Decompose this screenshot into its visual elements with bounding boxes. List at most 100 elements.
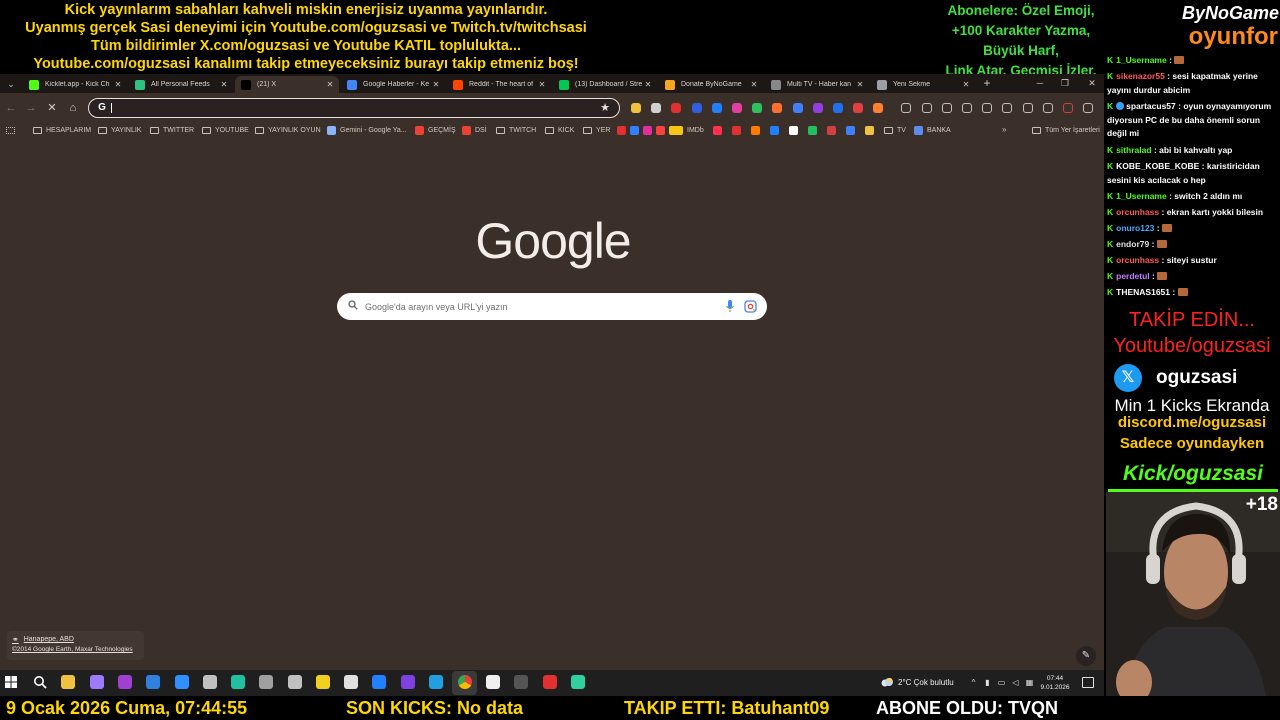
all-bookmarks-folder[interactable]: Tüm Yer İşaretleri: [1032, 123, 1100, 137]
minimize-icon[interactable]: ─: [1028, 76, 1052, 90]
bookmark-star-icon[interactable]: ★: [598, 100, 612, 114]
bookmark-yer[interactable]: YER: [583, 123, 610, 137]
tray-overflow-icon[interactable]: ^: [969, 678, 978, 688]
microphone-tray-icon[interactable]: ▮: [983, 678, 992, 688]
stop-loading-icon[interactable]: ✕: [45, 101, 59, 115]
bookmark-favicon-only[interactable]: [630, 123, 643, 137]
tab-search-icon[interactable]: ⌄: [4, 77, 18, 91]
extension-icon[interactable]: [812, 103, 823, 113]
browser-tab[interactable]: Multi TV - Haber kan ✕: [765, 76, 869, 93]
extension-icon[interactable]: [691, 103, 702, 113]
bookmark-favicon-only[interactable]: [713, 123, 726, 137]
delete-icon[interactable]: [982, 103, 993, 113]
volume-icon[interactable]: ◁: [1011, 678, 1020, 688]
app-icon[interactable]: [175, 675, 189, 689]
tab-close-icon[interactable]: ✕: [431, 80, 441, 89]
app-icon[interactable]: [571, 675, 585, 689]
monitor-app-icon[interactable]: [146, 675, 160, 689]
menu-icon[interactable]: [1083, 103, 1094, 113]
forward-icon[interactable]: →: [24, 101, 38, 115]
extension-icon[interactable]: [1002, 103, 1013, 113]
epic-games-icon[interactable]: [486, 675, 500, 689]
close-window-icon[interactable]: ✕: [1080, 76, 1104, 90]
bookmark-favicon-only[interactable]: [846, 123, 859, 137]
bookmark-dsi[interactable]: DSİ: [462, 123, 487, 137]
bookmark-favicon-only[interactable]: [669, 123, 682, 137]
extensions-puzzle-icon[interactable]: [901, 103, 912, 113]
extension-icon[interactable]: [631, 103, 641, 113]
onenote-icon[interactable]: [118, 675, 132, 689]
file-explorer-icon[interactable]: [61, 675, 75, 689]
tab-close-icon[interactable]: ✕: [643, 80, 653, 89]
chrome-icon[interactable]: [458, 675, 472, 689]
browser-tab[interactable]: All Personal Feeds ✕: [129, 76, 233, 93]
bookmark-favicon-only[interactable]: [770, 123, 783, 137]
extension-icon[interactable]: [853, 103, 864, 113]
bookmark-gemini-google-ya[interactable]: Gemini - Google Ya...: [327, 123, 407, 137]
reading-list-icon[interactable]: [921, 103, 932, 113]
apps-grid-icon[interactable]: [6, 123, 19, 137]
app-icon[interactable]: [401, 675, 415, 689]
browser-tab[interactable]: Kicklet.app - Kick Ch ✕: [23, 76, 127, 93]
browser-tab[interactable]: (21) X ✕: [235, 76, 339, 93]
language-icon[interactable]: ▦: [1025, 678, 1034, 688]
bookmark-favicon-only[interactable]: [808, 123, 821, 137]
bookmark-favicon-only[interactable]: [865, 123, 878, 137]
search-input[interactable]: [365, 299, 725, 314]
tab-close-icon[interactable]: ✕: [537, 80, 547, 89]
microphone-icon[interactable]: [725, 299, 735, 314]
browser-tab[interactable]: Yeni Sekme ✕: [871, 76, 975, 93]
app-icon[interactable]: [288, 675, 302, 689]
attribution-place[interactable]: Hanapepe, ABD: [24, 634, 74, 645]
bookmark-favicon-only[interactable]: [789, 123, 802, 137]
bookmark-favicon-only[interactable]: [656, 123, 669, 137]
bookmark-youtube[interactable]: YOUTUBE: [202, 123, 249, 137]
extension-icon[interactable]: [873, 103, 884, 113]
tab-close-icon[interactable]: ✕: [219, 80, 229, 89]
tab-close-icon[interactable]: ✕: [749, 80, 759, 89]
downloads-icon[interactable]: [962, 103, 972, 113]
browser-tab[interactable]: (13) Dashboard / Stre ✕: [553, 76, 657, 93]
tab-close-icon[interactable]: ✕: [855, 80, 865, 89]
address-bar[interactable]: G ★: [88, 98, 620, 118]
browser-tab[interactable]: Reddit - The heart of ✕: [447, 76, 551, 93]
background-attribution[interactable]: ⚭ Hanapepe, ABD ©2014 Google Earth, Maxar…: [7, 631, 144, 660]
ntp-search-box[interactable]: [337, 293, 767, 320]
app-icon[interactable]: [231, 675, 245, 689]
bookmark-twitch[interactable]: TWITCH: [496, 123, 536, 137]
tab-close-icon[interactable]: ✕: [961, 80, 971, 89]
bookmark-yayinlik[interactable]: YAYINLIK: [98, 123, 141, 137]
app-icon[interactable]: [543, 675, 557, 689]
browser-tab[interactable]: Donate ByNoGame ✕: [659, 76, 763, 93]
bookmark-favicon-only[interactable]: [732, 123, 745, 137]
music-icon[interactable]: [514, 675, 528, 689]
extension-icon[interactable]: [1022, 103, 1033, 113]
google-lens-icon[interactable]: [744, 300, 757, 313]
camera-icon[interactable]: [259, 675, 273, 689]
bookmark-hesaplarim[interactable]: HESAPLARIM: [33, 123, 91, 137]
extension-icon[interactable]: [833, 103, 843, 113]
app-icon[interactable]: [344, 675, 358, 689]
windows-start-icon[interactable]: [4, 675, 18, 689]
extension-icon[interactable]: [752, 103, 763, 113]
bookmark-banka[interactable]: BANKA: [914, 123, 951, 137]
bookmark-favicon-only[interactable]: [617, 123, 630, 137]
sticky-notes-icon[interactable]: [316, 675, 330, 689]
side-panel-icon[interactable]: [1042, 103, 1053, 113]
new-tab-button[interactable]: +: [980, 76, 994, 90]
extension-icon[interactable]: [772, 103, 783, 113]
bookmark-yayinlik-oyun[interactable]: YAYINLIK OYUN: [255, 123, 321, 137]
home-icon[interactable]: ⌂: [66, 101, 80, 115]
profile-avatar[interactable]: [1063, 103, 1073, 113]
attribution-copyright[interactable]: ©2014 Google Earth, Maxar Technologies: [12, 645, 139, 655]
pen-app-icon[interactable]: [90, 675, 104, 689]
edge-icon[interactable]: [429, 675, 443, 689]
bookmark-tv[interactable]: TV: [884, 123, 906, 137]
search-icon[interactable]: [33, 675, 47, 689]
extension-icon[interactable]: [671, 103, 682, 113]
app-icon[interactable]: [372, 675, 386, 689]
tab-close-icon[interactable]: ✕: [113, 80, 123, 89]
steam-icon[interactable]: [203, 675, 217, 689]
extension-icon[interactable]: [651, 103, 662, 113]
extension-icon[interactable]: [711, 103, 722, 113]
